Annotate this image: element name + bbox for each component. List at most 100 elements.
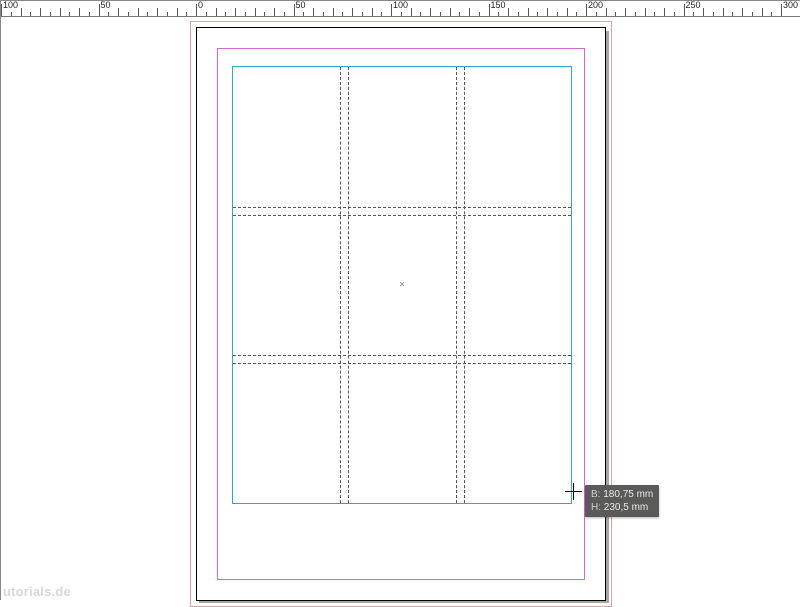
- ruler-horizontal[interactable]: 10050050100150200250300: [1, 1, 800, 17]
- ruler-tick: [713, 12, 714, 16]
- column-guide: [348, 67, 349, 503]
- ruler-tick: [771, 12, 772, 16]
- ruler-tick: [99, 4, 100, 16]
- ruler-label: 50: [296, 0, 306, 10]
- ruler-tick: [255, 8, 256, 16]
- ruler-tick: [498, 12, 499, 16]
- tooltip-height-value: 230,5 mm: [604, 502, 648, 513]
- ruler-tick: [89, 12, 90, 16]
- drawn-frame[interactable]: ×: [232, 66, 572, 504]
- ruler-tick: [674, 12, 675, 16]
- ruler-tick: [684, 4, 685, 16]
- ruler-tick: [118, 8, 119, 16]
- ruler-tick: [606, 8, 607, 16]
- page[interactable]: ×: [196, 27, 606, 601]
- ruler-tick: [128, 12, 129, 16]
- ruler-tick: [186, 12, 187, 16]
- ruler-tick: [60, 8, 61, 16]
- ruler-tick: [469, 8, 470, 16]
- ruler-tick: [352, 8, 353, 16]
- canvas[interactable]: × B: 180,75 mm H: 230,5 mm utorials.de: [1, 17, 800, 601]
- ruler-tick: [567, 8, 568, 16]
- ruler-tick: [225, 12, 226, 16]
- ruler-tick: [1, 4, 2, 16]
- ruler-label: 50: [101, 0, 111, 10]
- ruler-tick: [79, 8, 80, 16]
- ruler-tick: [69, 12, 70, 16]
- tooltip-width-value: 180,75 mm: [603, 489, 653, 500]
- column-guide: [340, 67, 341, 503]
- ruler-tick: [313, 8, 314, 16]
- frame-center-mark: ×: [398, 281, 407, 290]
- ruler-tick: [381, 12, 382, 16]
- tooltip-width-label: B:: [591, 489, 600, 500]
- tooltip-height-label: H:: [591, 502, 601, 513]
- ruler-tick: [508, 8, 509, 16]
- ruler-tick: [693, 12, 694, 16]
- ruler-tick: [459, 12, 460, 16]
- ruler-tick: [147, 12, 148, 16]
- row-guide: [233, 215, 571, 216]
- ruler-tick: [342, 12, 343, 16]
- ruler-tick: [372, 8, 373, 16]
- ruler-tick: [264, 12, 265, 16]
- ruler-tick: [586, 4, 587, 16]
- ruler-tick: [664, 8, 665, 16]
- ruler-tick: [50, 12, 51, 16]
- ruler-tick: [576, 12, 577, 16]
- ruler-tick: [138, 8, 139, 16]
- ruler-tick: [401, 12, 402, 16]
- watermark: utorials.de: [3, 584, 71, 599]
- ruler-tick: [294, 4, 295, 16]
- ruler-tick: [411, 8, 412, 16]
- dimension-tooltip: B: 180,75 mm H: 230,5 mm: [585, 485, 659, 517]
- ruler-label: 300: [783, 0, 798, 10]
- ruler-tick: [635, 12, 636, 16]
- row-guide: [233, 207, 571, 208]
- ruler-tick: [450, 8, 451, 16]
- row-guide: [233, 355, 571, 356]
- ruler-tick: [703, 8, 704, 16]
- column-guide: [464, 67, 465, 503]
- ruler-tick: [528, 8, 529, 16]
- ruler-tick: [596, 12, 597, 16]
- ruler-tick: [742, 8, 743, 16]
- ruler-tick: [245, 12, 246, 16]
- ruler-tick: [216, 8, 217, 16]
- ruler-tick: [615, 12, 616, 16]
- ruler-tick: [440, 12, 441, 16]
- ruler-label: 100: [3, 0, 18, 10]
- ruler-tick: [654, 12, 655, 16]
- ruler-tick: [781, 4, 782, 16]
- ruler-tick: [157, 8, 158, 16]
- ruler-tick: [108, 12, 109, 16]
- ruler-tick: [625, 8, 626, 16]
- ruler-tick: [274, 8, 275, 16]
- ruler-tick: [333, 8, 334, 16]
- ruler-tick: [391, 4, 392, 16]
- ruler-tick: [11, 12, 12, 16]
- ruler-tick: [723, 8, 724, 16]
- ruler-tick: [303, 12, 304, 16]
- ruler-tick: [177, 8, 178, 16]
- ruler-label: 100: [393, 0, 408, 10]
- ruler-tick: [30, 12, 31, 16]
- ruler-tick: [752, 12, 753, 16]
- ruler-tick: [518, 12, 519, 16]
- ruler-label: 150: [491, 0, 506, 10]
- ruler-tick: [489, 4, 490, 16]
- ruler-label: 250: [686, 0, 701, 10]
- ruler-label: 200: [588, 0, 603, 10]
- ruler-tick: [206, 12, 207, 16]
- ruler-tick: [167, 12, 168, 16]
- ruler-tick: [537, 12, 538, 16]
- ruler-tick: [362, 12, 363, 16]
- ruler-tick: [40, 8, 41, 16]
- ruler-tick: [21, 8, 22, 16]
- ruler-tick: [235, 8, 236, 16]
- ruler-tick: [420, 12, 421, 16]
- ruler-tick: [762, 8, 763, 16]
- ruler-tick: [732, 12, 733, 16]
- ruler-tick: [430, 8, 431, 16]
- row-guide: [233, 363, 571, 364]
